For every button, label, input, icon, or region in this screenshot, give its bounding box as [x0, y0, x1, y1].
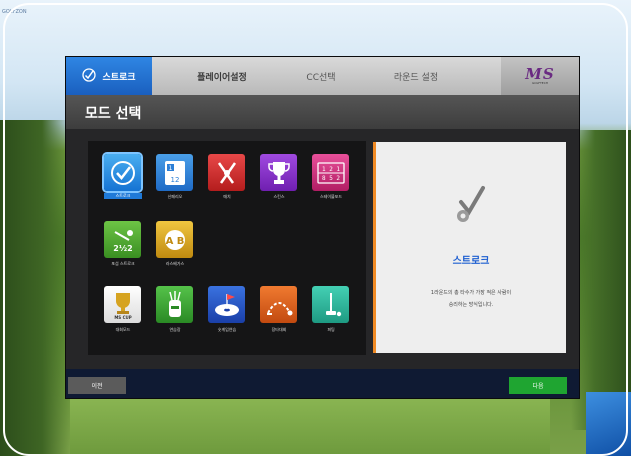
- svg-text:A B: A B: [165, 236, 184, 247]
- detail-mode-name: 스트로크: [452, 256, 490, 267]
- mode-label-las-vegas: 라스베가스: [165, 261, 185, 266]
- mode-tournament[interactable]: MS CUP: [104, 286, 141, 323]
- footer-bar: 이전 다음: [66, 369, 579, 398]
- title-bar: 모드 선택: [66, 95, 579, 129]
- mode-label-foursome-stroke: 포섬 스트로크: [111, 261, 135, 266]
- mode-label-short-game: 숏게임연습: [217, 327, 237, 332]
- mode-match[interactable]: [208, 154, 245, 191]
- brand-logo-mark: MS: [525, 65, 555, 83]
- putting-green-icon: [214, 293, 239, 316]
- stroke-check-icon: [82, 67, 97, 85]
- svg-text:MS CUP: MS CUP: [114, 315, 131, 320]
- tab-stroke[interactable]: 스트로크: [66, 57, 152, 95]
- brand-logo-sub: GOLFTECH: [531, 81, 549, 85]
- mode-label-putting: 퍼팅: [327, 327, 335, 332]
- mode-label-new-perio: 신페리오: [167, 194, 183, 199]
- cup-badge-icon: MS CUP: [114, 292, 131, 320]
- putter-icon: [325, 292, 341, 316]
- mode-grid: 스트로크 1 12 신페리오 매치 스킨스 1 2 1 8 5 2 스테이블포드 2…: [88, 141, 366, 355]
- scoreboard-icon: 1 2 1 8 5 2: [316, 161, 345, 184]
- mode-select-window: 스트로크 플레이어설정 CC선택 라운드 설정 MS GOLFTECH 모드 선…: [66, 57, 579, 398]
- setup-tabs: 스트로크 플레이어설정 CC선택 라운드 설정 MS GOLFTECH: [66, 57, 579, 95]
- mode-label-tournament: 대회모드: [115, 327, 131, 332]
- crossed-clubs-icon: [217, 161, 236, 184]
- tab-player-settings[interactable]: 플레이어설정: [162, 57, 282, 95]
- mode-stroke[interactable]: [104, 154, 141, 191]
- page-title: 모드 선택: [85, 106, 142, 122]
- stroke-check-icon: [451, 180, 491, 232]
- long-drive-icon: [266, 301, 292, 315]
- mode-label-match: 매치: [223, 194, 231, 199]
- tab-label: 라운드 설정: [393, 72, 439, 83]
- detail-description-line-1: 1라운드의 총 타수가 가장 적은 사람이: [430, 290, 512, 296]
- svg-text:1 2 1: 1 2 1: [321, 166, 339, 173]
- svg-text:2½2: 2½2: [113, 243, 132, 253]
- mode-detail-panel: 스트로크 1라운드의 총 타수가 가장 적은 사람이 승리하는 방식입니다.: [373, 142, 566, 353]
- svg-text:12: 12: [170, 176, 179, 184]
- dice-ball-icon: A B: [164, 229, 185, 250]
- mode-skins[interactable]: [260, 154, 297, 191]
- svg-text:1: 1: [168, 165, 172, 172]
- mode-new-perio[interactable]: 1 12: [156, 154, 193, 191]
- golf-bag-icon: [168, 290, 181, 317]
- fairway: [70, 395, 550, 455]
- mode-stableford[interactable]: 1 2 1 8 5 2: [312, 154, 349, 191]
- mode-las-vegas[interactable]: A B: [156, 221, 193, 258]
- mode-foursome-stroke[interactable]: 2½2: [104, 221, 141, 258]
- next-button[interactable]: 다음: [509, 377, 567, 394]
- brand-logo: MS GOLFTECH: [501, 57, 579, 95]
- tree-line-left: [0, 120, 70, 456]
- pair-score-icon: 2½2: [113, 229, 133, 253]
- mode-putting[interactable]: [312, 286, 349, 323]
- prev-button[interactable]: 이전: [68, 377, 126, 394]
- mode-short-game[interactable]: [208, 286, 245, 323]
- window-tag: GOLFZON: [2, 9, 27, 15]
- corner-window-tab: [586, 392, 631, 456]
- mode-label-driving-range: 연습장: [169, 327, 181, 332]
- mode-content: 스트로크 1 12 신페리오 매치 스킨스 1 2 1 8 5 2 스테이블포드 2…: [66, 129, 579, 369]
- mode-label-stroke: 스트로크: [104, 193, 142, 199]
- tab-round-settings[interactable]: 라운드 설정: [356, 57, 476, 95]
- stroke-check-icon: [110, 160, 135, 185]
- tab-label: 플레이어설정: [197, 72, 247, 83]
- mode-label-long-drive: 장타대회: [271, 327, 287, 332]
- scorecard-icon: 1 12: [164, 160, 185, 185]
- trophy-icon: [267, 161, 290, 184]
- svg-text:8 5 2: 8 5 2: [321, 175, 339, 182]
- tab-label: 스트로크: [102, 72, 136, 83]
- tree-line-right: [571, 130, 631, 430]
- tab-label: CC선택: [306, 72, 336, 83]
- mode-driving-range[interactable]: [156, 286, 193, 323]
- mode-long-drive[interactable]: [260, 286, 297, 323]
- detail-description-line-2: 승리하는 방식입니다.: [448, 302, 494, 308]
- mode-label-stableford: 스테이블포드: [319, 194, 343, 199]
- detail-description: 1라운드의 총 타수가 가장 적은 사람이 승리하는 방식입니다.: [396, 287, 546, 311]
- mode-label-skins: 스킨스: [273, 194, 285, 199]
